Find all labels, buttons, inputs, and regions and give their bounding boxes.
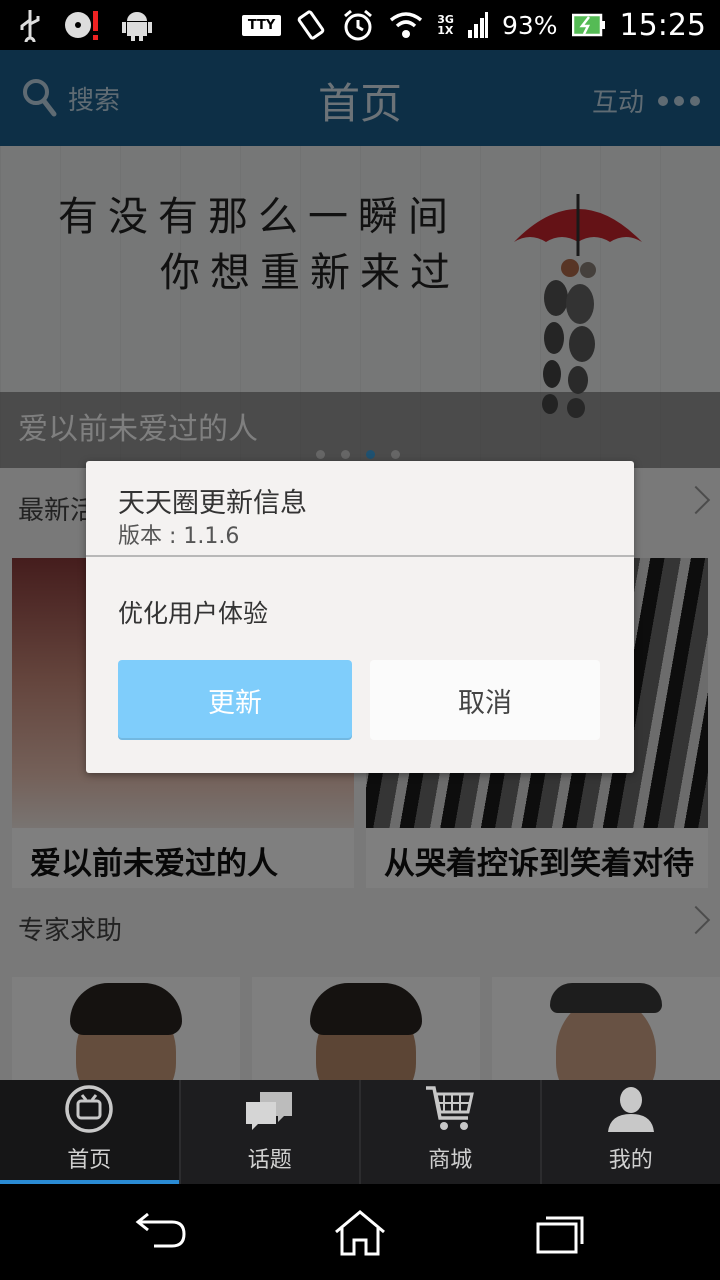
status-right-icons: TTY 3G 1X 93% 15:25: [241, 6, 706, 44]
android-icon: [122, 12, 152, 41]
dialog-divider: [86, 555, 634, 557]
update-button[interactable]: 更新: [118, 660, 352, 740]
battery-percent: 93%: [501, 10, 558, 40]
tab-home[interactable]: 首页: [0, 1080, 181, 1184]
battery-charging-icon: [571, 13, 605, 37]
usb-icon: [20, 10, 40, 42]
tab-topics[interactable]: 话题: [181, 1080, 361, 1184]
update-dialog: 天天圈更新信息 版本 : 1.1.6 优化用户体验 更新 取消: [86, 461, 634, 773]
tab-mall[interactable]: 商城: [361, 1080, 542, 1184]
chat-bubbles-icon: [245, 1092, 292, 1130]
home-icon[interactable]: [330, 1208, 390, 1258]
wifi-icon: [390, 12, 423, 38]
cancel-button[interactable]: 取消: [370, 660, 600, 740]
tab-home-label: 首页: [67, 1148, 112, 1173]
person-icon: [607, 1087, 654, 1132]
signal-icon: [467, 12, 488, 38]
tab-me-label: 我的: [608, 1148, 653, 1173]
dialog-version: 版本 : 1.1.6: [118, 524, 240, 549]
vibrate-icon: [297, 10, 325, 40]
network-type: 3G 1X: [437, 13, 454, 37]
back-icon[interactable]: [132, 1208, 192, 1258]
tab-topics-label: 话题: [247, 1148, 292, 1173]
home-tv-icon: [65, 1085, 113, 1133]
clock: 15:25: [619, 7, 706, 43]
alarm-icon: [344, 9, 373, 41]
disc-alert-icon: [65, 11, 98, 40]
status-left-icons: [18, 8, 152, 42]
bottom-tab-bar: 首页 话题 商城 我的: [0, 1080, 720, 1184]
tab-me[interactable]: 我的: [542, 1080, 720, 1184]
tty-badge: TTY: [241, 14, 282, 36]
system-nav-bar: [0, 1184, 720, 1280]
dialog-title: 天天圈更新信息: [118, 488, 307, 519]
dialog-message: 优化用户体验: [118, 599, 269, 628]
shopping-cart-icon: [426, 1086, 475, 1130]
tab-mall-label: 商城: [428, 1148, 473, 1173]
recent-apps-icon[interactable]: [530, 1208, 590, 1258]
status-bar: TTY 3G 1X 93% 15:25: [0, 0, 720, 50]
